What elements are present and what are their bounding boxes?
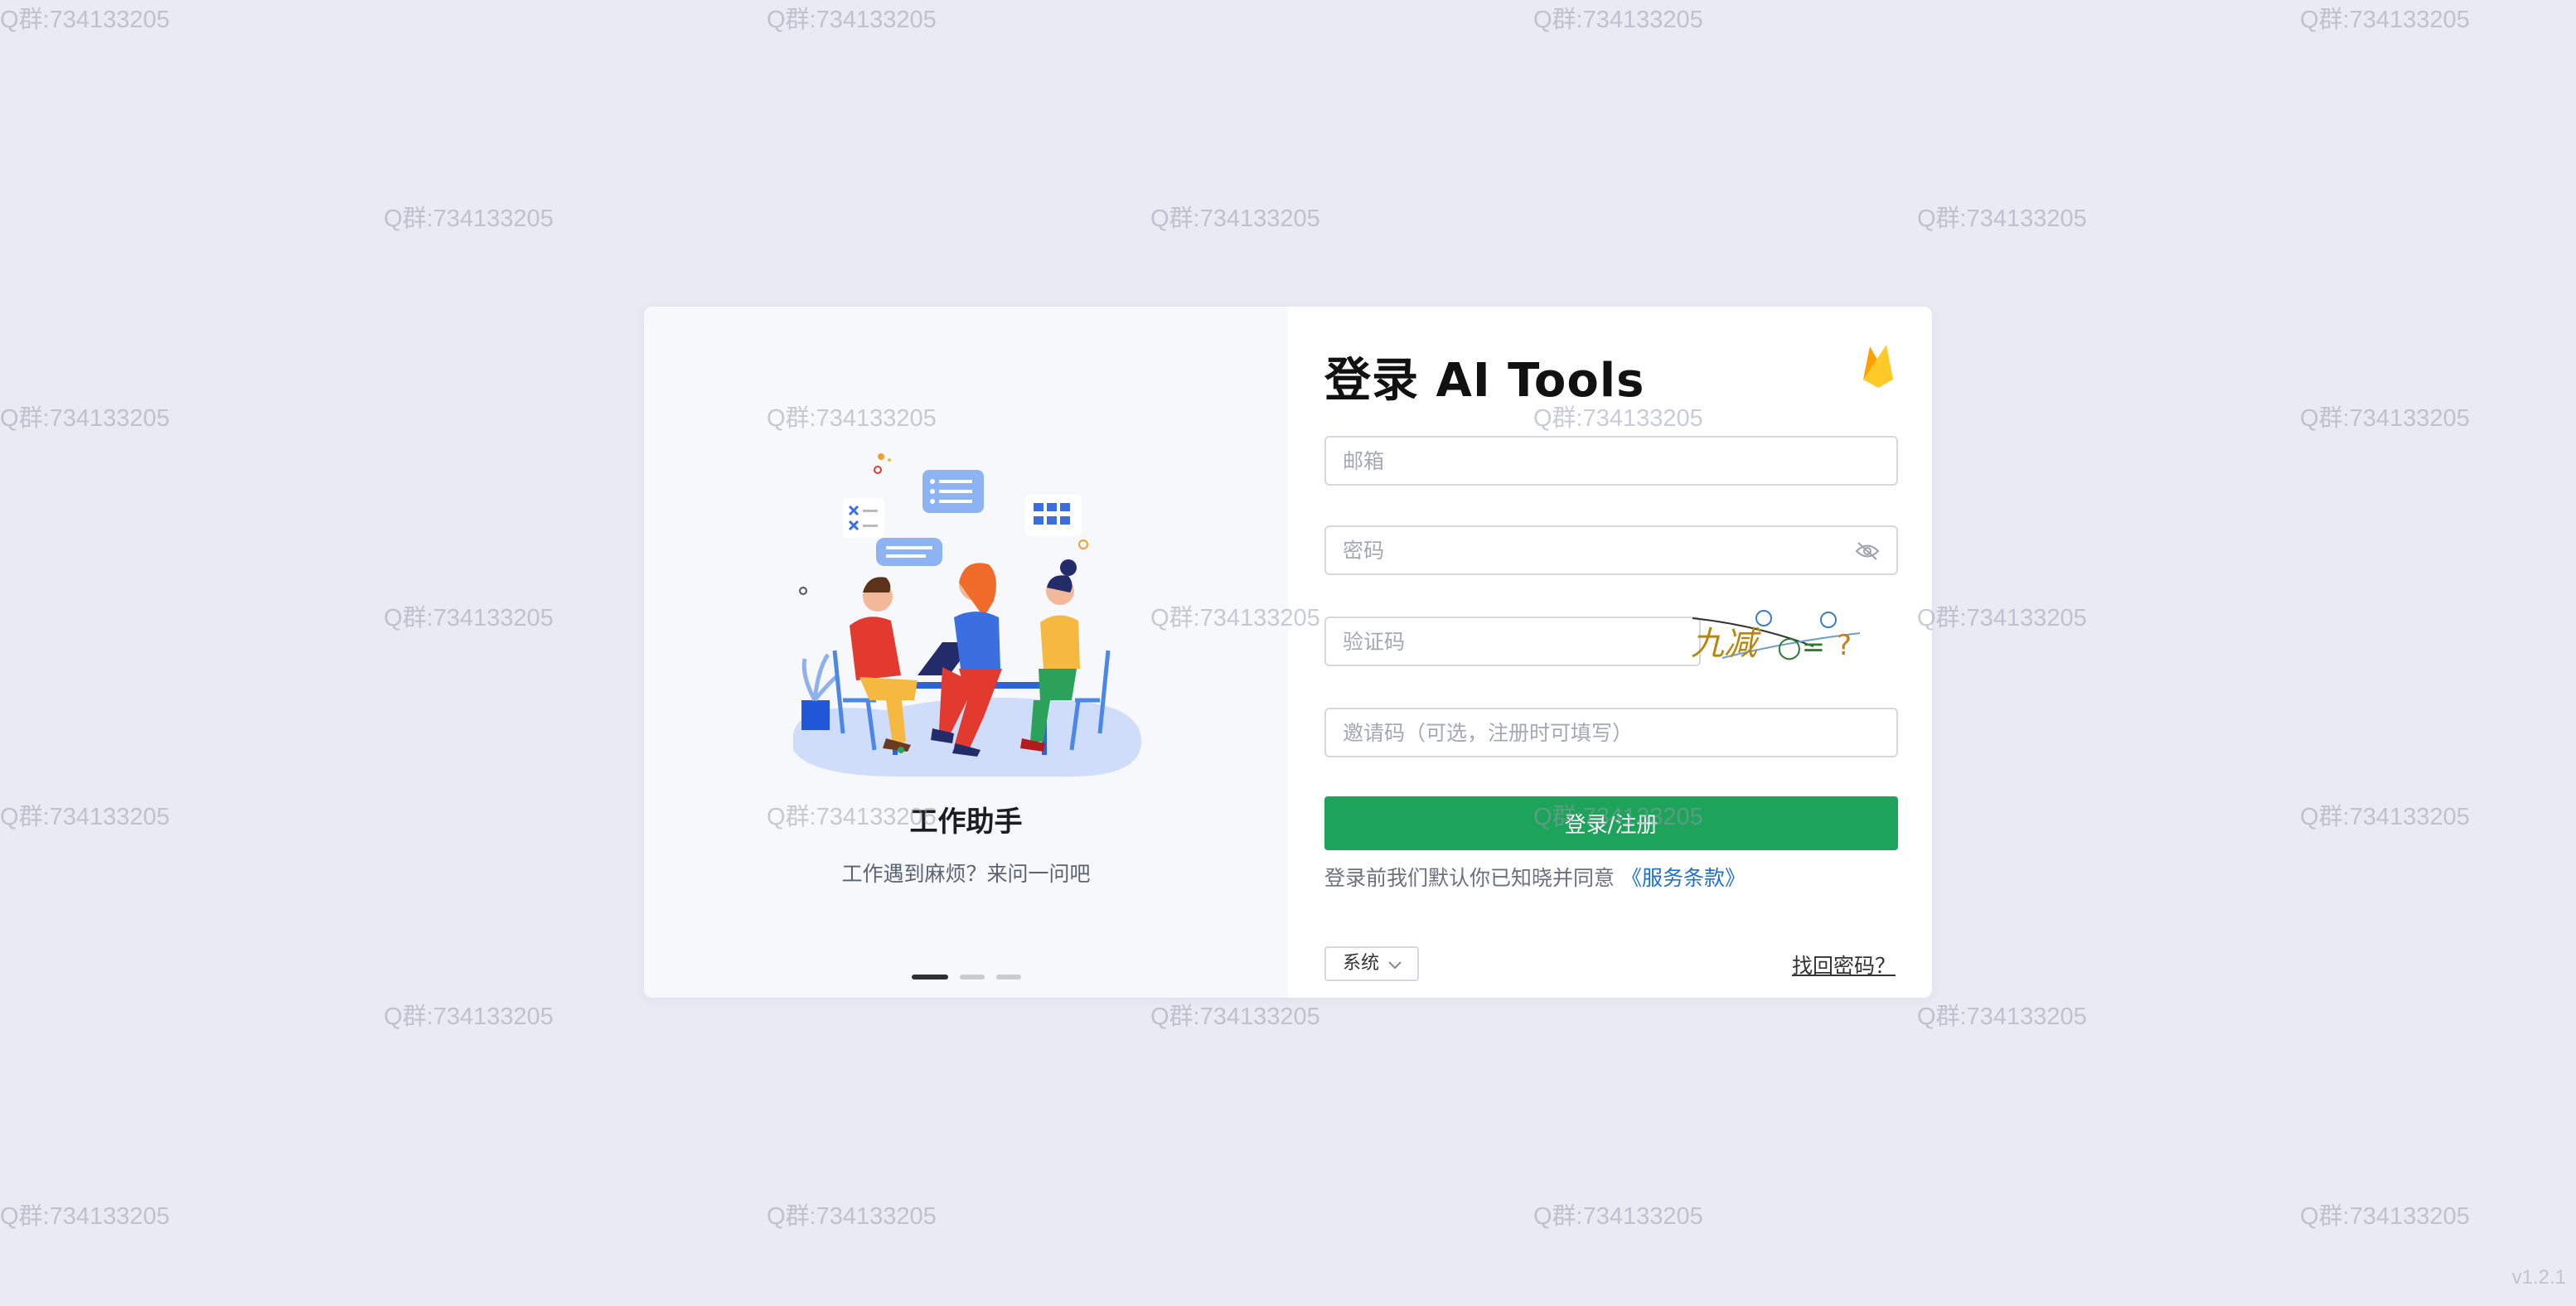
login-register-button[interactable]: 登录/注册: [1324, 796, 1898, 850]
carousel-dot-2[interactable]: [959, 975, 985, 980]
invite-code-field[interactable]: [1324, 708, 1898, 757]
system-select[interactable]: 系统: [1324, 946, 1419, 981]
watermark-text: Q群:734133205: [0, 405, 170, 432]
version-label: v1.2.1: [2511, 1266, 2566, 1289]
login-form: 登录 AI Tools 九减 ○= ?: [1288, 307, 1932, 998]
watermark-text: Q群:734133205: [384, 206, 554, 232]
eye-off-icon[interactable]: [1855, 540, 1880, 562]
password-field[interactable]: [1324, 525, 1898, 575]
watermark-text: Q群:734133205: [767, 1203, 937, 1230]
svg-text:○=: ○=: [1777, 631, 1825, 664]
watermark-text: Q群:734133205: [1150, 1004, 1320, 1030]
carousel-panel: 工作助手 工作遇到麻烦？来问一问吧: [644, 307, 1288, 998]
chevron-down-icon: [1388, 961, 1402, 970]
watermark-text: Q群:734133205: [0, 1203, 170, 1230]
password-input[interactable]: [1326, 527, 1896, 573]
watermark-text: Q群:734133205: [1150, 206, 1320, 232]
terms-notice: 登录前我们默认你已知晓并同意 《服务条款》: [1324, 862, 1746, 892]
carousel-dot-1[interactable]: [911, 975, 948, 980]
invite-code-input[interactable]: [1326, 709, 1896, 756]
carousel-subtitle: 工作遇到麻烦？来问一问吧: [841, 862, 1091, 886]
carousel-indicators: [644, 975, 1288, 980]
watermark-text: Q群:734133205: [2300, 7, 2470, 33]
watermark-text: Q群:734133205: [767, 7, 937, 33]
team-illustration: [793, 453, 1141, 777]
watermark-text: Q群:734133205: [384, 1004, 554, 1030]
captcha-field[interactable]: [1324, 617, 1701, 666]
watermark-text: Q群:734133205: [1917, 206, 2087, 232]
watermark-text: Q群:734133205: [0, 7, 170, 33]
email-field[interactable]: [1324, 436, 1898, 486]
carousel-title: 工作助手: [909, 805, 1023, 839]
watermark-text: Q群:734133205: [1917, 1004, 2087, 1030]
page-title: 登录 AI Tools: [1324, 354, 1645, 408]
carousel-dot-3[interactable]: [995, 975, 1021, 980]
terms-of-service-link[interactable]: 《服务条款》: [1621, 866, 1746, 890]
forgot-password-link[interactable]: 找回密码？: [1792, 950, 1896, 980]
login-card: 工作助手 工作遇到麻烦？来问一问吧 登录 AI Tools 邮箱 验证码 九减 …: [644, 307, 1932, 998]
watermark-text: Q群:734133205: [0, 804, 170, 830]
watermark-text: Q群:734133205: [2300, 1203, 2470, 1230]
watermark-text: Q群:734133205: [1917, 605, 2087, 631]
watermark-text: Q群:734133205: [1533, 1203, 1703, 1230]
captcha-image[interactable]: 九减 ○= ?: [1689, 608, 1863, 666]
watermark-text: Q群:734133205: [384, 605, 554, 631]
terms-text: 登录前我们默认你已知晓并同意: [1324, 866, 1615, 890]
svg-text:?: ?: [1837, 629, 1852, 662]
captcha-input[interactable]: [1326, 618, 1699, 665]
firebase-flame-logo: [1863, 345, 1893, 388]
captcha-text: 九减: [1691, 625, 1761, 663]
watermark-text: Q群:734133205: [2300, 804, 2470, 830]
email-input[interactable]: [1326, 438, 1896, 484]
watermark-text: Q群:734133205: [1533, 7, 1703, 33]
watermark-text: Q群:734133205: [2300, 405, 2470, 432]
system-select-value: 系统: [1343, 953, 1380, 974]
